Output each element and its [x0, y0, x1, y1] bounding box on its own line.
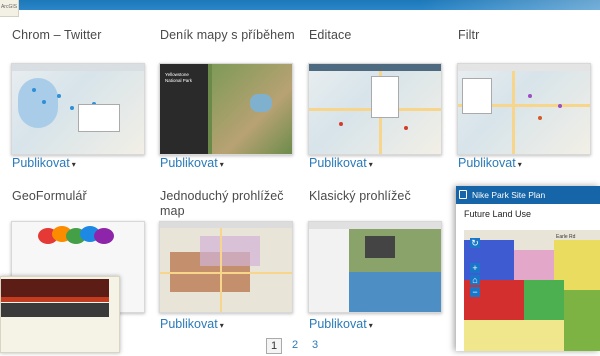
publish-label: Publikovat	[160, 317, 218, 331]
template-card-filtr[interactable]: Filtr	[458, 28, 598, 58]
publish-button[interactable]: Publikovat ▾	[160, 317, 224, 331]
dropdown-caret-icon: ▾	[219, 321, 224, 330]
zoom-in-icon[interactable]: +	[470, 263, 480, 273]
template-thumbnail[interactable]: Yellowstone National Park	[159, 63, 293, 155]
header-decoration	[420, 0, 600, 10]
publish-button[interactable]: Publikovat ▾	[12, 156, 76, 170]
dropdown-caret-icon: ▾	[71, 160, 76, 169]
template-thumbnail[interactable]	[11, 63, 145, 155]
dropdown-caret-icon: ▾	[368, 160, 373, 169]
preview-map[interactable]: Earle Rd	[464, 230, 600, 351]
dropdown-caret-icon: ▾	[368, 321, 373, 330]
publish-label: Publikovat	[160, 156, 218, 170]
preview-body	[1, 303, 109, 317]
publish-label: Publikovat	[309, 156, 367, 170]
template-thumbnail[interactable]	[308, 63, 442, 155]
page-3-button[interactable]: 3	[308, 338, 322, 352]
dropdown-caret-icon: ▾	[517, 160, 522, 169]
layer-item-label: Nike Park Site Plan	[472, 190, 546, 200]
preview-nav	[1, 297, 109, 302]
publish-button[interactable]: Publikovat ▾	[309, 156, 373, 170]
template-card-editace[interactable]: Editace	[309, 28, 449, 58]
preview-panel-right: Nike Park Site Plan Future Land Use Earl…	[456, 186, 600, 351]
map-label: Earle Rd	[556, 234, 576, 240]
layer-item[interactable]: Future Land Use	[464, 207, 531, 221]
template-card-denik[interactable]: Deník mapy s příběhem	[160, 28, 300, 58]
template-title: Editace	[309, 28, 352, 42]
home-icon[interactable]: ⌂	[470, 275, 480, 285]
template-title: Klasický prohlížeč	[309, 189, 411, 203]
layer-item-selected[interactable]: Nike Park Site Plan	[456, 186, 600, 204]
template-card-geoformular[interactable]: GeoFormulář	[12, 189, 152, 219]
template-title: Chrom – Twitter	[12, 28, 102, 42]
page-2-button[interactable]: 2	[288, 338, 302, 352]
thumbnail-heading: Yellowstone National Park	[165, 72, 193, 83]
publish-label: Publikovat	[458, 156, 516, 170]
publish-button[interactable]: Publikovat ▾	[309, 317, 373, 331]
refresh-icon[interactable]: ↻	[470, 238, 480, 248]
preview-overlay-left	[0, 276, 120, 353]
book-icon	[459, 190, 467, 199]
template-thumbnail[interactable]	[457, 63, 591, 155]
pagination: 1 2 3	[266, 338, 322, 356]
template-card-jednoduchy[interactable]: Jednoduchý prohlížeč map	[160, 189, 300, 219]
dropdown-caret-icon: ▾	[219, 160, 224, 169]
publish-button[interactable]: Publikovat ▾	[160, 156, 224, 170]
publish-label: Publikovat	[12, 156, 70, 170]
zoom-out-icon[interactable]: −	[470, 287, 480, 297]
template-thumbnail[interactable]	[159, 221, 293, 313]
publish-label: Publikovat	[309, 317, 367, 331]
preview-hero	[1, 279, 109, 297]
template-thumbnail[interactable]	[308, 221, 442, 313]
template-title: GeoFormulář	[12, 189, 87, 203]
template-card-klasicky[interactable]: Klasický prohlížeč	[309, 189, 449, 219]
template-title: Jednoduchý prohlížeč map	[160, 189, 284, 218]
page-1-button[interactable]: 1	[266, 338, 282, 354]
app-logo: ArcGIS	[0, 0, 19, 17]
header-bar	[0, 0, 600, 10]
template-title: Filtr	[458, 28, 480, 42]
template-card-chrom-twitter[interactable]: Chrom – Twitter	[12, 28, 152, 58]
publish-button[interactable]: Publikovat ▾	[458, 156, 522, 170]
template-title: Deník mapy s příběhem	[160, 28, 295, 42]
